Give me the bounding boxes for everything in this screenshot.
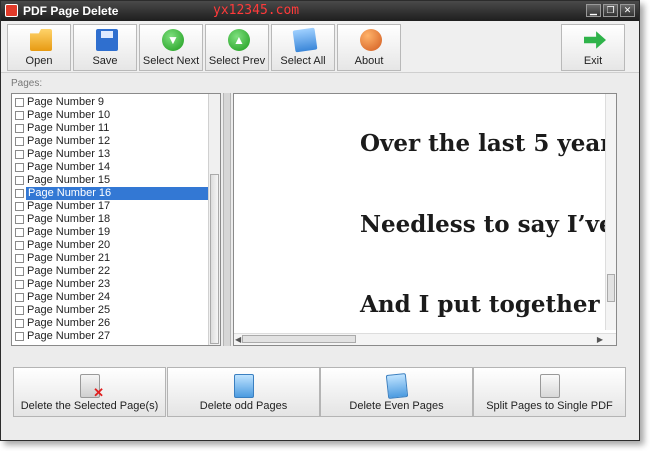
list-item[interactable]: Page Number 11 xyxy=(15,122,208,135)
delete-selected-pages-button[interactable]: Delete the Selected Page(s) xyxy=(13,367,166,417)
page-checkbox[interactable] xyxy=(15,163,24,172)
open-button[interactable]: Open xyxy=(7,24,71,71)
select-prev-button[interactable]: ▲ Select Prev xyxy=(205,24,269,71)
preview-line: And I put together a xyxy=(360,291,617,318)
page-preview: Over the last 5 years Needless to say I’… xyxy=(233,93,617,346)
page-checkbox[interactable] xyxy=(15,306,24,315)
page-list-scroll-thumb[interactable] xyxy=(210,174,219,344)
arrow-up-circle-icon: ▲ xyxy=(228,29,250,51)
preview-vertical-scroll-thumb[interactable] xyxy=(607,274,615,302)
preview-horizontal-scrollbar[interactable]: ◀ ▶ xyxy=(234,333,616,345)
page-checkbox[interactable] xyxy=(15,280,24,289)
select-all-button[interactable]: Select All xyxy=(271,24,335,71)
split-pages-button[interactable]: Split Pages to Single PDF xyxy=(473,367,626,417)
select-prev-button-label: Select Prev xyxy=(208,55,266,67)
list-item-selected[interactable]: Page Number 16 xyxy=(15,187,208,200)
toolbar: Open Save ▼ Select Next ▲ Select Prev Se… xyxy=(1,21,639,73)
list-item[interactable]: Page Number 21 xyxy=(15,252,208,265)
select-next-button[interactable]: ▼ Select Next xyxy=(139,24,203,71)
list-item[interactable]: Page Number 19 xyxy=(15,226,208,239)
page-checkbox[interactable] xyxy=(15,98,24,107)
split-pages-label: Split Pages to Single PDF xyxy=(486,400,613,412)
preview-horizontal-scroll-thumb[interactable] xyxy=(242,335,356,343)
list-item[interactable]: Page Number 13 xyxy=(15,148,208,161)
maximize-button[interactable]: ❐ xyxy=(603,4,618,17)
page-icon xyxy=(234,374,254,398)
page-split-icon xyxy=(540,374,560,398)
page-checkbox[interactable] xyxy=(15,150,24,159)
list-item[interactable]: Page Number 23 xyxy=(15,278,208,291)
list-item[interactable]: Page Number 24 xyxy=(15,291,208,304)
delete-selected-pages-label: Delete the Selected Page(s) xyxy=(20,400,159,412)
page-checkbox[interactable] xyxy=(15,202,24,211)
page-checkbox[interactable] xyxy=(15,332,24,341)
scroll-left-arrow-icon[interactable]: ◀ xyxy=(235,335,241,344)
select-next-button-label: Select Next xyxy=(142,55,200,67)
exit-button[interactable]: Exit xyxy=(561,24,625,71)
list-item[interactable]: Page Number 27 xyxy=(15,330,208,343)
scroll-right-arrow-icon[interactable]: ▶ xyxy=(597,335,603,344)
page-checkbox[interactable] xyxy=(15,228,24,237)
list-item[interactable]: Page Number 22 xyxy=(15,265,208,278)
delete-odd-pages-button[interactable]: Delete odd Pages xyxy=(167,367,320,417)
save-button-label: Save xyxy=(92,55,118,67)
page-list-scrollbar[interactable] xyxy=(208,94,220,345)
page-checkbox[interactable] xyxy=(15,137,24,146)
list-item[interactable]: Page Number 10 xyxy=(15,109,208,122)
list-item[interactable]: Page Number 25 xyxy=(15,304,208,317)
page-delete-icon xyxy=(80,374,104,401)
page-checkbox[interactable] xyxy=(15,124,24,133)
close-button[interactable]: ✕ xyxy=(620,4,635,17)
stacked-pages-icon xyxy=(292,27,318,53)
list-item[interactable]: Page Number 15 xyxy=(15,174,208,187)
arrow-down-circle-icon: ▼ xyxy=(162,29,184,51)
pages-label: Pages: xyxy=(11,78,43,89)
delete-even-pages-label: Delete Even Pages xyxy=(349,400,444,412)
list-item[interactable]: Page Number 12 xyxy=(15,135,208,148)
page-checkbox[interactable] xyxy=(15,215,24,224)
list-item[interactable]: Page Number 20 xyxy=(15,239,208,252)
page-checkbox[interactable] xyxy=(15,176,24,185)
window-title: PDF Page Delete xyxy=(23,4,119,18)
app-window: PDF Page Delete yx12345.com ▁ ❐ ✕ Open S… xyxy=(0,0,640,441)
minimize-button[interactable]: ▁ xyxy=(586,4,601,17)
delete-odd-pages-label: Delete odd Pages xyxy=(199,400,288,412)
open-button-label: Open xyxy=(25,55,53,67)
panel-splitter[interactable] xyxy=(223,93,231,346)
watermark-text: yx12345.com xyxy=(213,3,300,18)
title-bar[interactable]: PDF Page Delete yx12345.com ▁ ❐ ✕ xyxy=(1,1,639,21)
page-checkbox[interactable] xyxy=(15,189,24,198)
page-checkbox[interactable] xyxy=(15,254,24,263)
list-item[interactable]: Page Number 14 xyxy=(15,161,208,174)
list-item[interactable]: Page Number 26 xyxy=(15,317,208,330)
exit-button-label: Exit xyxy=(583,55,603,67)
list-item[interactable]: Page Number 18 xyxy=(15,213,208,226)
list-item[interactable]: Page Number 17 xyxy=(15,200,208,213)
about-button-label: About xyxy=(354,55,384,67)
delete-even-pages-button[interactable]: Delete Even Pages xyxy=(320,367,473,417)
folder-icon xyxy=(30,29,52,51)
page-list[interactable]: Page Number 9 Page Number 10 Page Number… xyxy=(11,93,221,346)
preview-vertical-scrollbar[interactable] xyxy=(605,94,616,330)
window-controls: ▁ ❐ ✕ xyxy=(586,4,635,17)
save-button[interactable]: Save xyxy=(73,24,137,71)
page-checkbox[interactable] xyxy=(15,241,24,250)
exit-arrow-icon xyxy=(584,31,606,49)
preview-line: Over the last 5 years xyxy=(360,130,617,157)
page-checkbox[interactable] xyxy=(15,111,24,120)
preview-line: Needless to say I’ve le xyxy=(360,211,617,238)
floppy-disk-icon xyxy=(96,29,118,51)
page-checkbox[interactable] xyxy=(15,293,24,302)
list-item[interactable]: Page Number 9 xyxy=(15,96,208,109)
page-checkbox[interactable] xyxy=(15,267,24,276)
pages-icon xyxy=(385,373,409,399)
people-icon xyxy=(360,29,382,51)
page-checkbox[interactable] xyxy=(15,319,24,328)
select-all-button-label: Select All xyxy=(280,55,326,67)
app-icon xyxy=(5,4,18,17)
about-button[interactable]: About xyxy=(337,24,401,71)
